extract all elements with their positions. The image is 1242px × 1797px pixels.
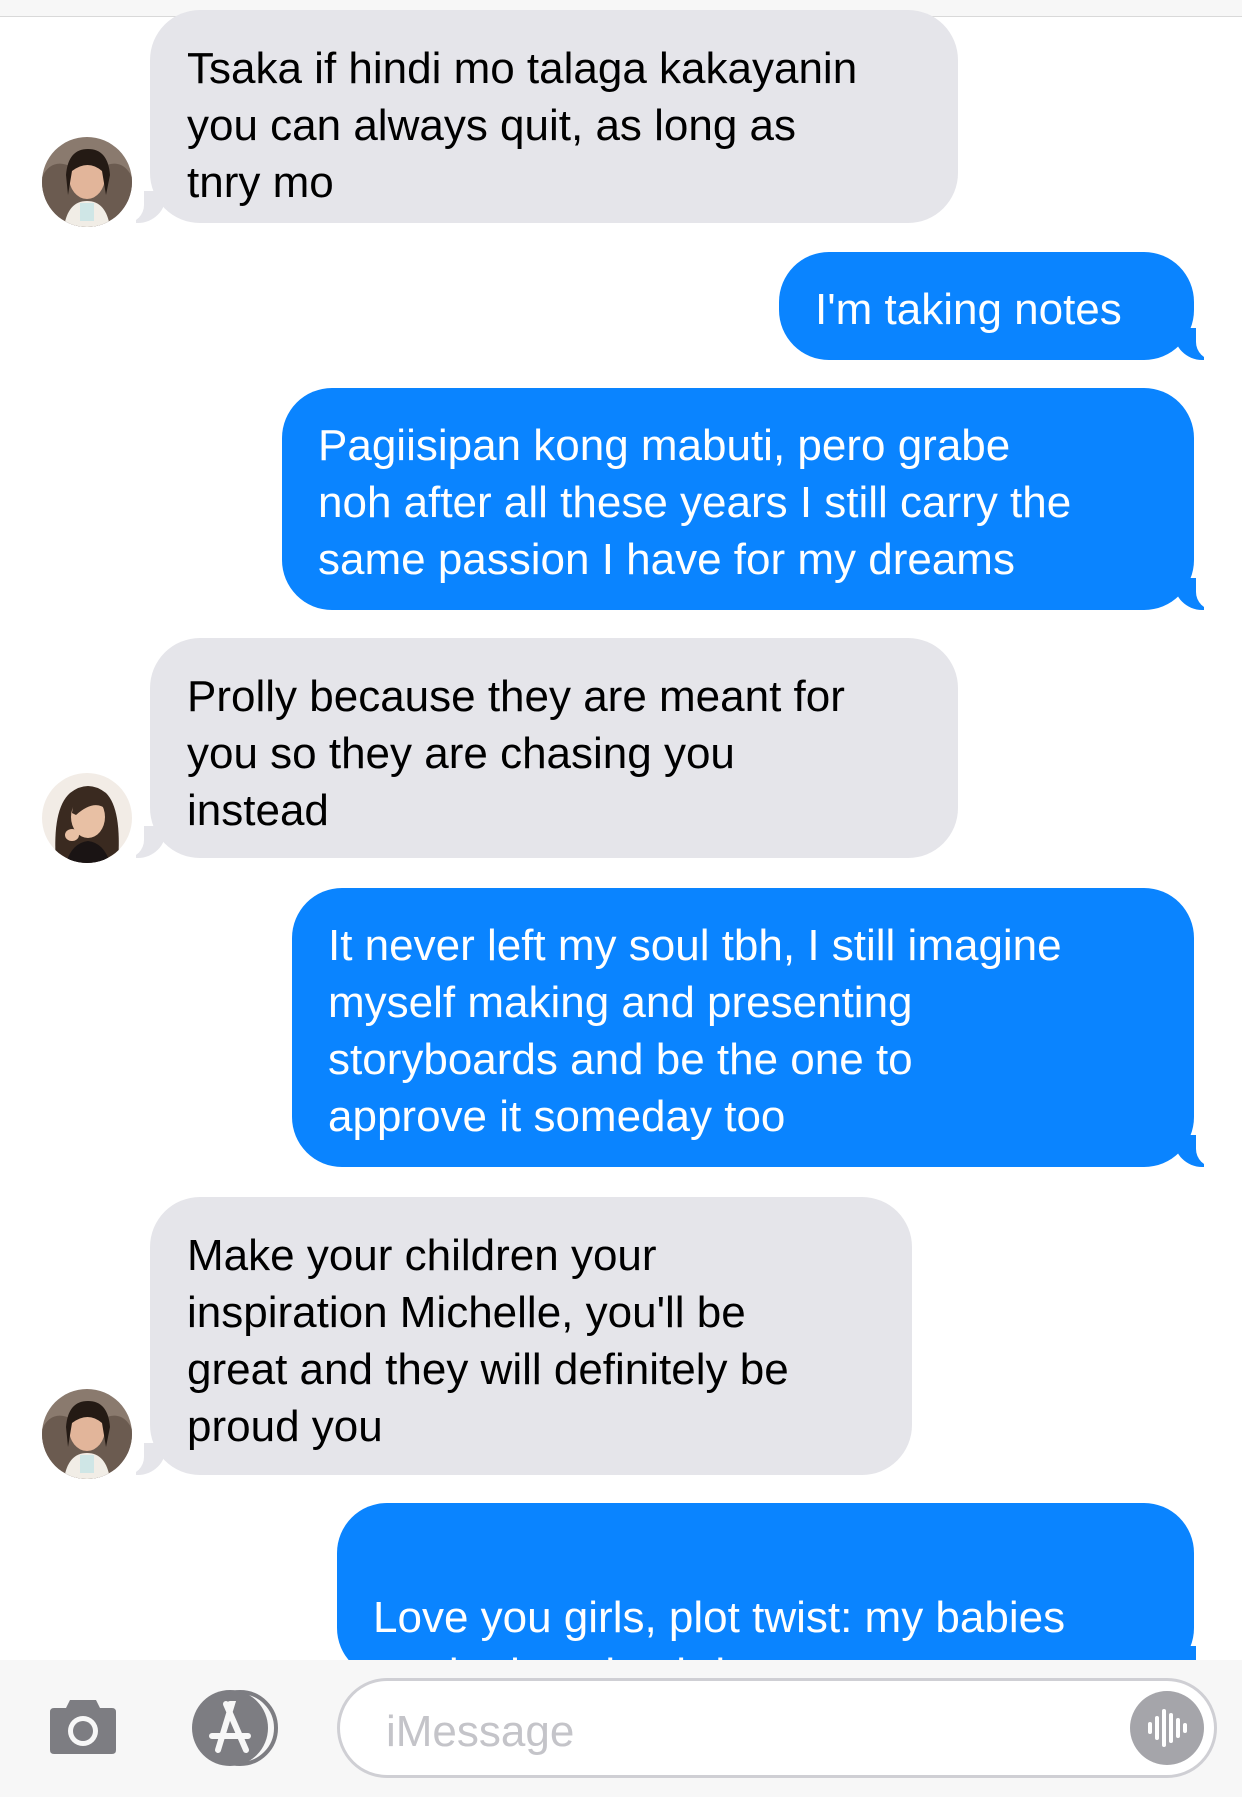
contact-avatar[interactable] <box>42 773 132 863</box>
app-store-icon[interactable] <box>188 1688 284 1773</box>
outgoing-message-bubble[interactable]: It never left my soul tbh, I still imagi… <box>292 888 1194 1167</box>
incoming-message-bubble[interactable]: Prolly because they are meant for you so… <box>150 638 958 858</box>
imessage-placeholder: iMessage <box>386 1707 575 1756</box>
contact-avatar[interactable] <box>42 137 132 227</box>
incoming-message-bubble[interactable]: Make your children your inspiration Mich… <box>150 1197 912 1475</box>
message-composer-toolbar: iMessage <box>0 1660 1242 1797</box>
incoming-message-bubble[interactable]: Tsaka if hindi mo talaga kakayanin you c… <box>150 10 958 223</box>
bubble-tail <box>1174 328 1230 360</box>
bubble-tail <box>110 191 166 223</box>
bubble-tail <box>110 826 166 858</box>
outgoing-message-bubble[interactable]: I'm taking notes <box>779 252 1194 360</box>
bubble-tail <box>1174 1135 1230 1167</box>
bubble-tail <box>1174 578 1230 610</box>
outgoing-message-bubble[interactable]: Love you girls, plot twist: my babies ar… <box>337 1503 1194 1699</box>
contact-avatar[interactable] <box>42 1389 132 1479</box>
audio-waveform-icon[interactable] <box>1130 1691 1204 1765</box>
bubble-tail <box>110 1443 166 1475</box>
camera-icon[interactable] <box>48 1694 118 1759</box>
imessage-input[interactable]: iMessage <box>337 1678 1217 1778</box>
outgoing-message-bubble[interactable]: Pagiisipan kong mabuti, pero grabe noh a… <box>282 388 1194 610</box>
